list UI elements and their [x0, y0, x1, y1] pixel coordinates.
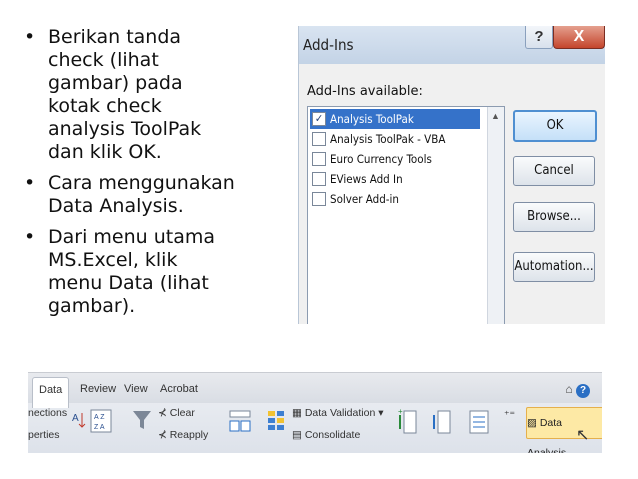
add-ins-listbox[interactable]: ✓ Analysis ToolPak Analysis ToolPak - VB… — [307, 106, 505, 324]
svg-text:A: A — [72, 413, 79, 424]
group-icon[interactable]: + — [398, 409, 420, 435]
checkbox-icon[interactable] — [312, 152, 326, 166]
properties-fragment[interactable]: perties — [28, 429, 60, 441]
list-item-solver-add-in[interactable]: Solver Add-in — [310, 189, 480, 209]
ribbon-tabs: Data Review View Acrobat ⌂ ? — [28, 373, 602, 408]
svg-text:Z A: Z A — [94, 424, 105, 431]
list-item-euro-currency-tools[interactable]: Euro Currency Tools — [310, 149, 480, 169]
bullet-item: • Cara menggunakan Data Analysis. — [24, 172, 235, 217]
mouse-cursor-icon: ↖ — [576, 427, 590, 444]
clear-filter-icon: ⊀ — [158, 407, 170, 419]
excel-ribbon: Data Review View Acrobat ⌂ ? nections pe… — [28, 372, 602, 453]
reapply-button[interactable]: ⊀ Reapply — [158, 429, 208, 441]
data-validation-icon: ▦ — [292, 407, 305, 419]
svg-text:A Z: A Z — [94, 414, 105, 421]
tab-view[interactable]: View — [124, 383, 148, 395]
bullet-list: • Berikan tanda check (lihat gambar) pada… — [22, 26, 282, 326]
checkbox-icon[interactable] — [312, 132, 326, 146]
add-ins-dialog: Add-Ins ? X Add-Ins available: ✓ Analysi… — [298, 26, 605, 324]
add-ins-available-label: Add-Ins available: — [307, 84, 423, 99]
subtotal-icon[interactable] — [468, 409, 490, 435]
listbox-scrollbar[interactable]: ▲ — [487, 107, 504, 324]
filter-icon[interactable] — [132, 409, 152, 431]
ribbon-right-controls: ⌂ ? — [565, 382, 590, 398]
show-detail-icon[interactable]: ⁺⁼ — [504, 409, 515, 421]
browse-button[interactable]: Browse... — [513, 202, 595, 232]
checkbox-checked-icon[interactable]: ✓ — [312, 112, 326, 126]
list-item-eviews-add-in[interactable]: EViews Add In — [310, 169, 480, 189]
ok-button[interactable]: OK — [513, 110, 597, 142]
bullet-item: • Dari menu utama MS.Excel, klik menu Dat… — [24, 226, 216, 317]
remove-duplicates-icon[interactable] — [266, 409, 286, 433]
minimize-ribbon-icon[interactable]: ⌂ — [565, 382, 572, 396]
help-icon[interactable]: ? — [576, 384, 590, 398]
tab-data[interactable]: Data — [32, 377, 70, 408]
consolidate-icon: ▤ — [292, 429, 305, 441]
dialog-titlebar: Add-Ins ? X — [299, 26, 605, 64]
data-analysis-button[interactable]: ▨ Data Analysis — [526, 407, 602, 453]
dialog-title: Add-Ins — [303, 36, 354, 54]
bullet-item: • Berikan tanda check (lihat gambar) pada… — [24, 26, 202, 163]
scroll-up-arrow-icon[interactable]: ▲ — [491, 111, 500, 121]
checkbox-icon[interactable] — [312, 172, 326, 186]
text-to-columns-icon[interactable] — [228, 409, 252, 433]
svg-text:+: + — [398, 409, 403, 416]
cancel-button[interactable]: Cancel — [513, 156, 595, 186]
data-validation-button[interactable]: ▦ Data Validation ▾ — [292, 407, 383, 419]
consolidate-button[interactable]: ▤ Consolidate — [292, 429, 360, 441]
data-analysis-icon: ▨ — [527, 417, 540, 429]
tab-acrobat[interactable]: Acrobat — [160, 383, 198, 395]
close-button[interactable]: X — [553, 26, 605, 49]
connections-fragment[interactable]: nections — [28, 407, 67, 419]
automation-button[interactable]: Automation... — [513, 252, 595, 282]
reapply-icon: ⊀ — [158, 429, 170, 441]
tab-review[interactable]: Review — [80, 383, 116, 395]
list-item-analysis-toolpak-vba[interactable]: Analysis ToolPak - VBA — [310, 129, 480, 149]
sort-icon[interactable]: A Z Z A — [90, 409, 112, 433]
checkbox-icon[interactable] — [312, 192, 326, 206]
ungroup-icon[interactable] — [432, 409, 454, 435]
sort-ascending-icon[interactable]: A — [72, 409, 86, 431]
clear-button[interactable]: ⊀ Clear — [158, 407, 195, 419]
list-item-analysis-toolpak[interactable]: ✓ Analysis ToolPak — [310, 109, 480, 129]
help-button[interactable]: ? — [525, 26, 553, 49]
